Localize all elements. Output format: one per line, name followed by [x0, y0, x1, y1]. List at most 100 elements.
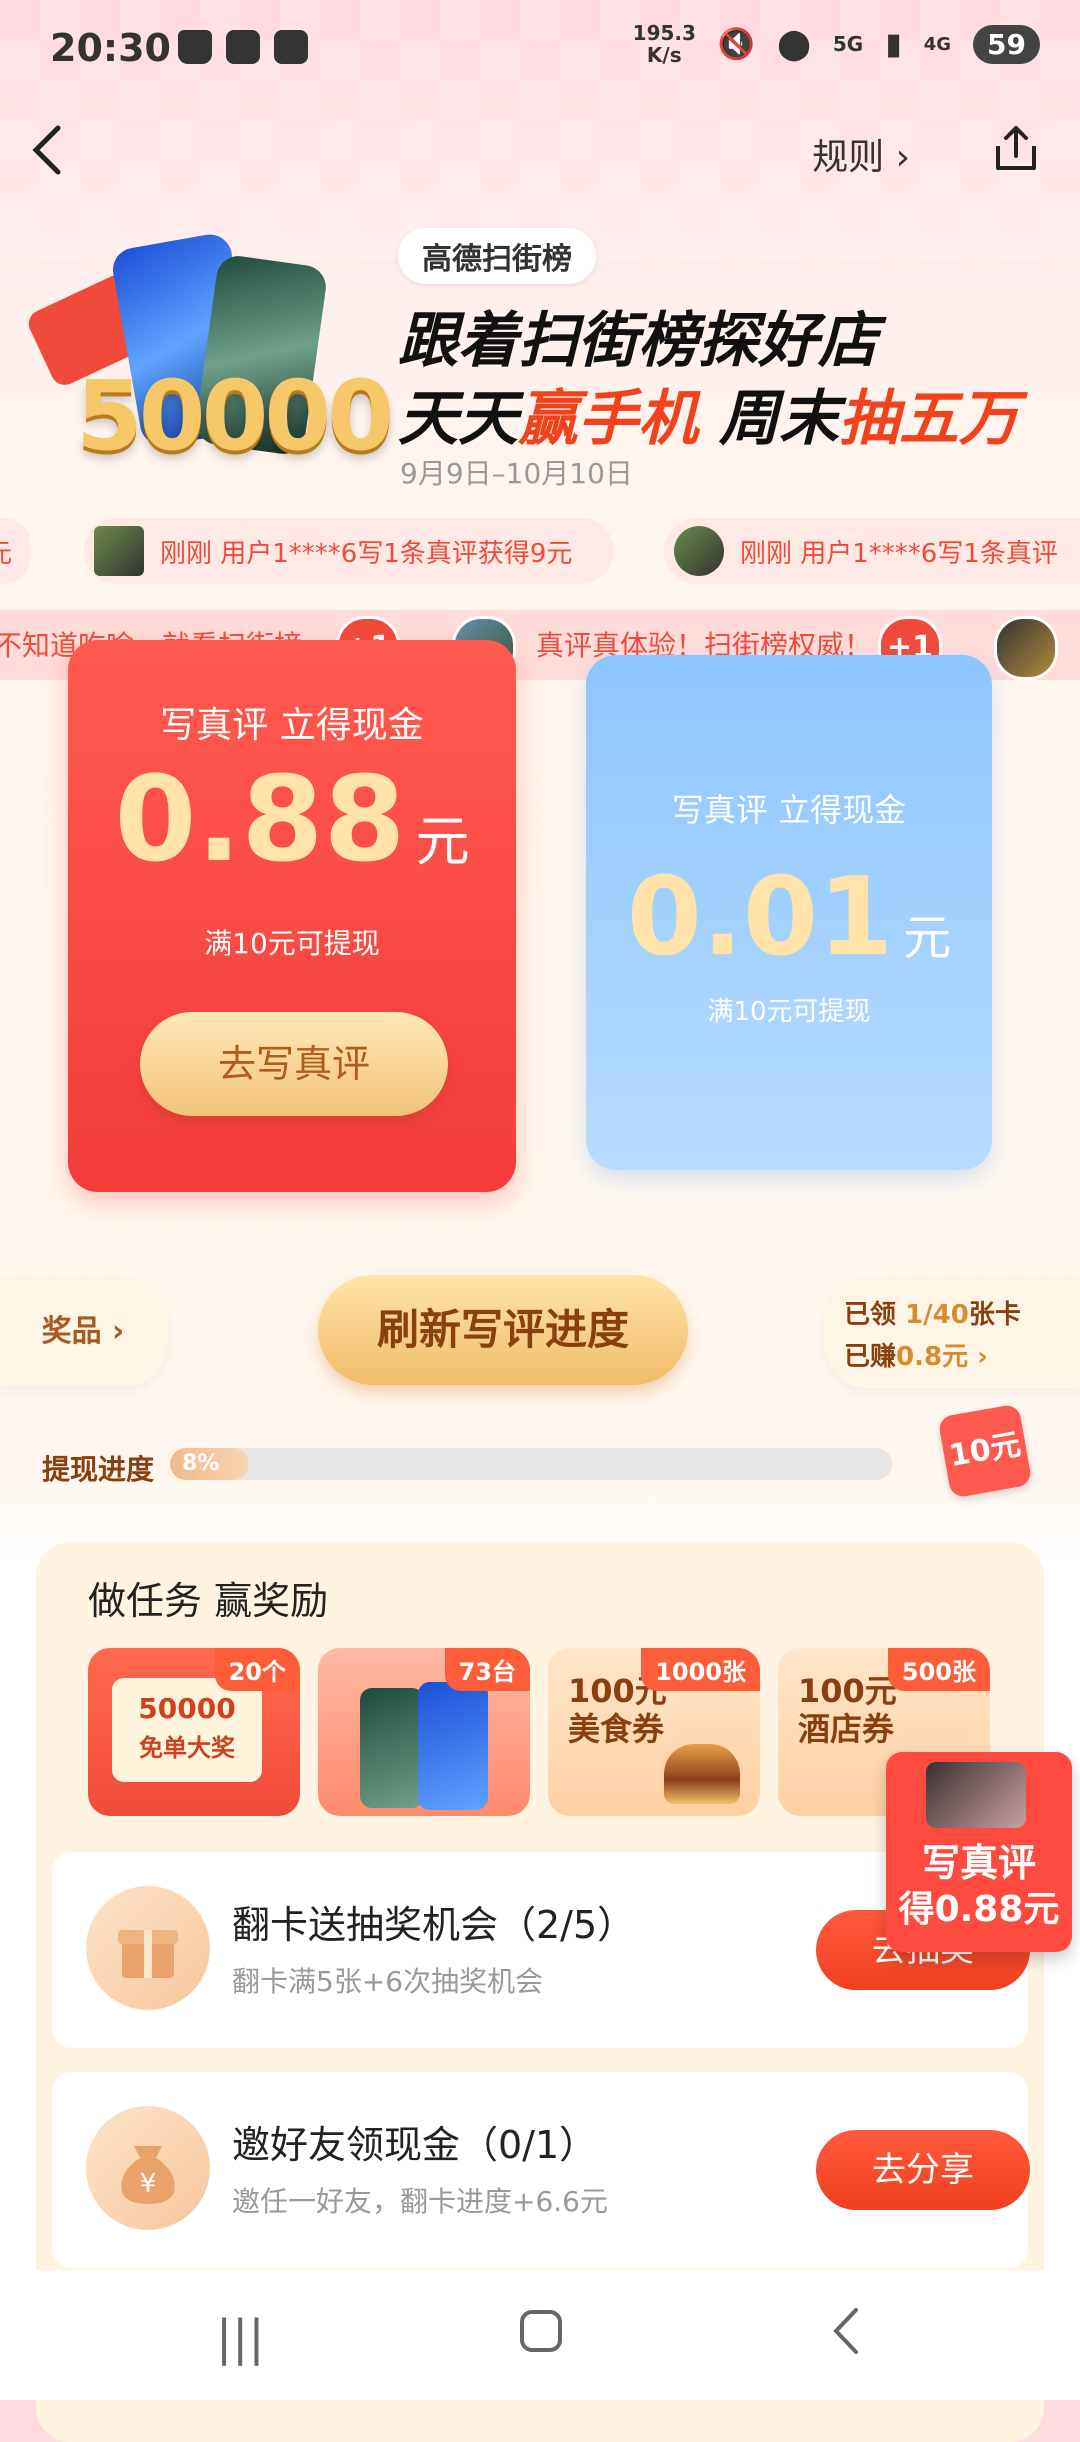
- burger-graphic: [664, 1744, 740, 1804]
- task-description: 邀任一好友，翻卡进度+6.6元: [232, 2185, 608, 2218]
- rules-link[interactable]: 规则 ›: [812, 128, 910, 180]
- card-note: 满10元可提现: [707, 997, 871, 1027]
- ticker-text: 元: [0, 533, 12, 570]
- hero-subheadline: 天天赢手机 周末抽五万: [398, 370, 1019, 457]
- task-panel-title: 做任务 赢奖励: [88, 1579, 329, 1623]
- label: 已赚: [844, 1342, 897, 1372]
- value: 0.8元 ›: [896, 1342, 988, 1372]
- network-speed: 195.3 K/s: [633, 22, 696, 66]
- phone-graphic-green: [360, 1688, 424, 1808]
- go-share-button[interactable]: 去分享: [816, 2130, 1030, 2210]
- cash-card-primary[interactable]: 写真评 立得现金 0.88 元 满10元可提现 去写真评: [68, 640, 516, 1192]
- app-notification-icon: [226, 30, 260, 64]
- home-icon-shape: [520, 2310, 562, 2352]
- gift-icon-shape: [118, 1930, 178, 1978]
- net-speed-unit: K/s: [646, 43, 682, 67]
- prizes-tab[interactable]: 奖品 ›: [0, 1278, 166, 1386]
- shopping-bag-icon: [178, 30, 212, 64]
- prize-count: 73台: [444, 1648, 530, 1691]
- prize-count: 500张: [887, 1648, 990, 1691]
- withdraw-target-badge: 10元: [937, 1403, 1033, 1499]
- card-title: 写真评 立得现金: [160, 705, 424, 746]
- hero-highlight: 赢手机: [518, 384, 698, 454]
- status-bar: 20:30 195.3 K/s 🔇 ⬤ 5G ▮ 4G 59: [0, 0, 1080, 100]
- status-right-icons: 195.3 K/s 🔇 ⬤ 5G ▮ 4G 59: [633, 22, 1040, 66]
- winner-ticker: 元 刚刚 用户1****6写1条真评获得9元 刚刚 用户1****6写1条真评: [0, 518, 1080, 584]
- net-speed-value: 195.3: [632, 21, 696, 45]
- location-icon: ⬤: [777, 26, 811, 62]
- amount-value: 0.88: [114, 750, 406, 888]
- chevron-left-icon: [32, 125, 61, 175]
- task-item: 翻卡送抽奖机会（2/5） 翻卡满5张+6次抽奖机会 去抽奖: [52, 1852, 1030, 2048]
- prize-amount: 100元: [798, 1672, 897, 1710]
- earned-summary[interactable]: 已领 1/40张卡 已赚0.8元 ›: [826, 1278, 1080, 1388]
- value: 1/40: [905, 1300, 969, 1330]
- card-amount: 0.01 元: [586, 855, 992, 980]
- hero-illustration: 50000: [24, 220, 394, 490]
- brand-badge: 高德扫街榜: [398, 228, 596, 284]
- amount-value: 0.01: [626, 855, 894, 980]
- floating-review-reward[interactable]: 写真评 得0.88元: [886, 1752, 1072, 1952]
- mute-icon: 🔇: [717, 26, 756, 62]
- prize-text: 100元 酒店券: [798, 1672, 897, 1748]
- progress-percent: 8%: [182, 1451, 220, 1476]
- label: 已领: [844, 1300, 906, 1330]
- system-nav-bar: |||: [0, 2270, 1080, 2400]
- network-5g-icon: 5G: [832, 32, 864, 56]
- money-bag-icon-shape: ¥: [121, 2146, 175, 2204]
- withdraw-progress-bar: 8%: [170, 1448, 892, 1480]
- notification-icons: [178, 30, 308, 64]
- withdraw-progress-label: 提现进度: [42, 1453, 155, 1486]
- ticker-item: 刚刚 用户1****6写1条真评获得9元: [84, 518, 614, 584]
- hero-text: 周末: [698, 384, 839, 454]
- hero-highlight: 抽五万: [838, 384, 1019, 454]
- task-item: ¥ 邀好友领现金（0/1） 邀任一好友，翻卡进度+6.6元 去分享: [52, 2072, 1030, 2268]
- top-nav: 规则 ›: [0, 110, 1080, 190]
- home-button-icon[interactable]: [516, 2306, 566, 2368]
- refresh-progress-button[interactable]: 刷新写评进度: [318, 1275, 688, 1385]
- hero-headline: 跟着扫街榜探好店: [398, 306, 878, 376]
- prize-card-grand[interactable]: 50000 免单大奖 20个: [88, 1648, 300, 1816]
- label: 张卡: [968, 1300, 1021, 1330]
- ticker-text: 刚刚 用户1****6写1条真评获得9元: [160, 538, 573, 569]
- camera-graphic: [926, 1762, 1026, 1828]
- sticker-title: 写真评: [921, 1841, 1036, 1885]
- task-description: 翻卡满5张+6次抽奖机会: [232, 1965, 544, 1998]
- cash-card-secondary[interactable]: 写真评 立得现金 0.01 元 满10元可提现: [586, 655, 992, 1170]
- write-review-button[interactable]: 去写真评: [140, 1012, 448, 1116]
- user-avatar: [674, 526, 724, 576]
- task-name: 邀好友领现金（0/1）: [232, 2123, 598, 2167]
- prize-type: 酒店券: [798, 1710, 895, 1748]
- hero-text: 天天: [398, 384, 518, 454]
- amount-unit: 元: [903, 910, 952, 966]
- recent-apps-icon[interactable]: |||: [216, 2310, 265, 2366]
- prize-count: 1000张: [641, 1648, 760, 1691]
- task-name: 翻卡送抽奖机会（2/5）: [232, 1903, 636, 1947]
- prize-card-phone[interactable]: 73台: [318, 1648, 530, 1816]
- sticker-amount: 得0.88元: [898, 1889, 1060, 1930]
- phone-graphic-blue: [418, 1682, 488, 1810]
- svg-text:¥: ¥: [140, 2169, 157, 2199]
- hero-50000-graphic: 50000: [76, 360, 394, 472]
- signal-icon: ▮: [885, 26, 902, 62]
- prize-card-food[interactable]: 100元 美食券 1000张: [548, 1648, 760, 1816]
- battery-indicator: 59: [973, 24, 1040, 64]
- share-button[interactable]: [988, 120, 1044, 176]
- ticker-item: 元: [0, 518, 30, 584]
- prize-count: 20个: [214, 1648, 300, 1691]
- ticker-item: 刚刚 用户1****6写1条真评: [664, 518, 1080, 584]
- card-title: 写真评 立得现金: [671, 791, 907, 829]
- prize-text: 免单大奖: [139, 1734, 235, 1762]
- card-note: 满10元可提现: [204, 927, 380, 960]
- ticker-text: 刚刚 用户1****6写1条真评: [740, 538, 1058, 569]
- prize-text: 50000: [138, 1692, 236, 1725]
- back-nav-icon[interactable]: [826, 2304, 866, 2370]
- money-bag-icon: ¥: [86, 2106, 210, 2230]
- card-amount: 0.88 元: [68, 750, 516, 888]
- cards-claimed: 已领 1/40张卡: [844, 1294, 1021, 1331]
- network-4g-icon: 4G: [923, 33, 952, 55]
- share-icon: [996, 126, 1036, 170]
- back-button[interactable]: [28, 120, 68, 194]
- amount-unit: 元: [415, 810, 470, 873]
- gift-icon: [86, 1886, 210, 2010]
